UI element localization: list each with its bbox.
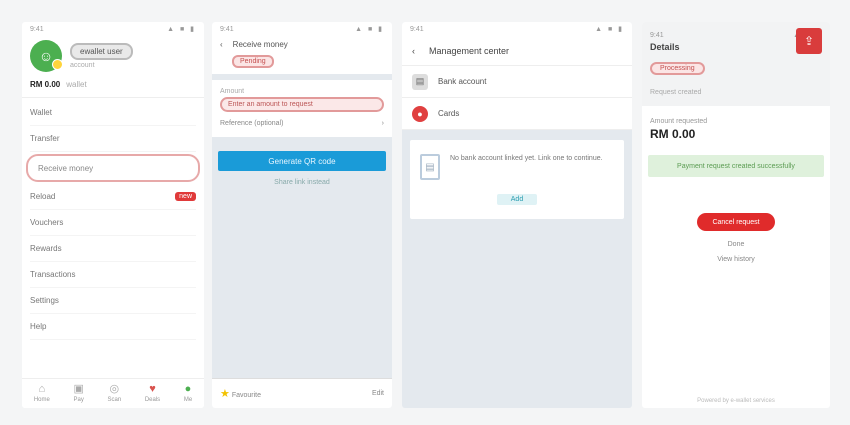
scan-icon: ◎ [109,383,120,395]
menu-item-reload[interactable]: Reload new [30,184,196,210]
amount-input[interactable]: Enter an amount to request [220,97,384,112]
menu-item-receive-money[interactable]: Receive money [26,154,200,182]
menu-item-help[interactable]: Help [30,314,196,340]
screen-request-details: 9:41 ▲ ■ ▮ Details ⇪ Processing Request … [642,22,830,408]
created-text: Request created [650,89,702,96]
details-header: 9:41 ▲ ■ ▮ Details ⇪ Processing Request … [642,22,830,106]
empty-state-card: ▤ No bank account linked yet. Link one t… [410,140,624,219]
favourite-bar: ★ Favourite Edit [212,378,392,408]
list-item-label: Bank account [438,77,487,86]
success-banner: Payment request created successfully [648,155,824,177]
page-header: ‹ Management center [402,36,632,66]
share-icon[interactable]: ⇪ [796,28,822,54]
tab-me[interactable]: ● Me [183,383,193,404]
balance-row: RM 0.00 wallet [22,78,204,98]
status-icons: ▲ ■ ▮ [167,26,196,33]
status-badge: Pending [232,55,274,68]
empty-state-text: No bank account linked yet. Link one to … [450,155,603,162]
tab-scan[interactable]: ◎ Scan [107,383,122,404]
status-bar: 9:41 ▲ ■ ▮ [22,22,204,36]
pay-icon: ▣ [73,383,84,395]
list-item-cards[interactable]: ● Cards [402,98,632,130]
back-icon[interactable]: ‹ [220,40,223,49]
menu-item-rewards[interactable]: Rewards [30,236,196,262]
balance-primary: RM 0.00 [30,80,61,89]
menu-item-transfer[interactable]: Transfer [30,126,196,152]
generate-qr-button[interactable]: Generate QR code [218,151,386,171]
star-icon[interactable]: ★ [220,388,230,400]
status-badge: Processing [650,62,705,75]
document-icon: ▤ [420,154,440,180]
page-header: ‹ Receive money [212,36,392,53]
tab-deals[interactable]: ♥ Deals [144,383,161,404]
status-time: 9:41 [30,25,44,33]
menu-label: Rewards [30,244,62,253]
balance-secondary: wallet [66,80,87,89]
avatar[interactable]: ☺ [30,40,63,72]
page-title: Receive money [232,40,288,49]
tab-label: Pay [73,397,84,403]
cancel-request-button[interactable]: Cancel request [697,213,775,231]
menu-label: Wallet [30,108,52,117]
screen-receive-money: 9:41 ▲ ■ ▮ ‹ Receive money Pending Amoun… [212,22,392,408]
tab-label: Deals [144,397,161,403]
menu-item-settings[interactable]: Settings [30,288,196,314]
amount-section: Amount Enter an amount to request Refere… [212,80,392,137]
user-name: ewallet user [70,43,133,60]
amount-label: Amount requested [650,118,708,125]
back-icon[interactable]: ‹ [412,46,415,56]
share-link[interactable]: Share link instead [212,179,392,186]
tab-home[interactable]: ⌂ Home [33,383,50,404]
view-history-link[interactable]: View history [642,256,830,263]
status-time: 9:41 [410,25,424,33]
status-time: 9:41 [650,31,664,39]
amount-value: RM 0.00 [650,127,696,141]
status-bar: 9:41 ▲ ■ ▮ [402,22,632,36]
list-item-label: Cards [438,109,460,118]
reference-label: Reference (optional) [220,120,284,127]
footer-text: Powered by e-wallet services [697,398,775,404]
status-bar: 9:41 ▲ ■ ▮ [212,22,392,36]
screen-management-center: 9:41 ▲ ■ ▮ ‹ Management center ▤ Bank ac… [402,22,632,408]
menu-item-transactions[interactable]: Transactions [30,262,196,288]
status-time: 9:41 [220,25,234,33]
edit-link[interactable]: Edit [372,390,384,397]
tab-label: Home [33,397,50,403]
screen-profile-menu: 9:41 ▲ ■ ▮ ☺ ewallet user account RM 0.0… [22,22,204,408]
favourite-label: Favourite [231,392,262,399]
card-icon: ● [412,105,428,122]
tab-label: Scan [107,397,122,403]
reference-row[interactable]: Reference (optional) › [220,120,384,127]
done-link[interactable]: Done [642,241,830,248]
profile-header[interactable]: ☺ ewallet user account [22,36,204,78]
user-subtitle: account [70,62,95,69]
menu-label: Settings [30,296,59,305]
home-icon: ⌂ [38,383,46,395]
status-icons: ▲ ■ ▮ [355,26,384,33]
menu-item-wallet[interactable]: Wallet [30,100,196,126]
side-menu: Wallet Transfer Receive money Reload new … [22,98,204,342]
heart-icon: ♥ [149,383,156,395]
chevron-right-icon: › [381,120,384,127]
status-icons: ▲ ■ ▮ [595,26,624,33]
menu-label: Vouchers [30,218,64,227]
bottom-tab-bar: ⌂ Home ▣ Pay ◎ Scan ♥ Deals ● Me [22,378,204,408]
list-item-bank-account[interactable]: ▤ Bank account [402,66,632,98]
menu-label: Transfer [30,134,60,143]
menu-label: Transactions [30,270,76,279]
menu-item-vouchers[interactable]: Vouchers [30,210,196,236]
page-title: Management center [429,45,510,56]
new-badge: new [175,192,196,201]
tab-pay[interactable]: ▣ Pay [73,383,84,404]
add-button[interactable]: Add [497,194,537,205]
menu-label: Reload [30,192,56,201]
menu-label: Receive money [38,163,94,173]
amount-label: Amount [220,88,245,95]
tab-label: Me [183,397,193,403]
bank-icon: ▤ [412,73,428,90]
menu-label: Help [30,322,47,331]
profile-icon: ● [184,383,192,395]
